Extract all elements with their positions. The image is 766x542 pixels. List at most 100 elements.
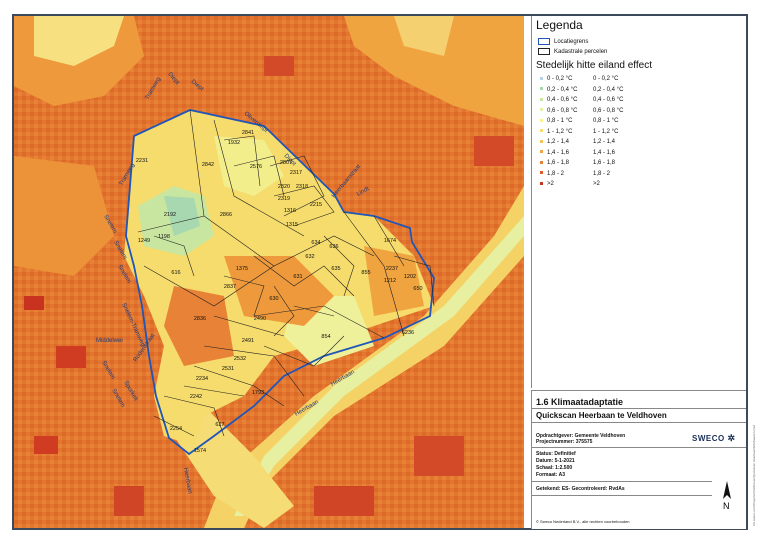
legend-class-label-alt: 0 - 0,2 °C	[593, 76, 619, 82]
legend-class-row: 1,6 - 1,8 1,6 - 1,8	[540, 160, 615, 166]
legend-class-swatch	[540, 108, 543, 112]
svg-text:1574: 1574	[194, 448, 206, 454]
legend-parcel-label: Kadastrale percelen	[554, 48, 608, 55]
svg-text:1202: 1202	[404, 274, 416, 280]
legend-class-swatch	[540, 76, 543, 80]
north-arrow-icon: N	[720, 479, 734, 513]
legend-class-label: 0,2 - 0,4 °C	[547, 86, 578, 93]
legend-class-row: 1,8 - 2 1,8 - 2	[540, 171, 610, 177]
scale-text: Schaal: 1:2.500	[536, 465, 573, 471]
legend-class-label-alt: 0,8 - 1 °C	[593, 118, 619, 124]
legend-boundary: Locatiegrens	[538, 38, 588, 45]
svg-text:1932: 1932	[228, 140, 240, 146]
copyright-text: © Sweco Nederland B.V., alle rechten voo…	[536, 519, 630, 524]
svg-text:2234: 2234	[196, 376, 208, 382]
svg-text:2231: 2231	[136, 158, 148, 164]
svg-text:1375: 1375	[236, 266, 248, 272]
north-label: N	[723, 501, 730, 511]
legend-panel: Legenda Locatiegrens Kadastrale percelen…	[531, 16, 746, 388]
legend-class-swatch	[540, 139, 543, 143]
legend-class-row: >2 >2	[540, 181, 600, 187]
svg-text:1198: 1198	[158, 234, 170, 240]
file-path-text: \\nl.sweco.com\Projecten\Veldhoven\Quick…	[752, 425, 756, 526]
map-subtitle: Quickscan Heerbaan te Veldhoven	[536, 411, 667, 420]
legend-boundary-label: Locatiegrens	[554, 38, 589, 45]
date-text: Datum: 5-1-2021	[536, 458, 575, 464]
svg-text:632: 632	[305, 254, 314, 260]
svg-text:2531: 2531	[222, 366, 234, 372]
svg-text:2842: 2842	[202, 162, 214, 168]
map-title: 1.6 Klimaatadaptatie	[536, 397, 624, 407]
svg-text:1316: 1316	[284, 208, 296, 214]
legend-class-label: 0,4 - 0,6 °C	[547, 97, 578, 103]
svg-text:650: 650	[413, 286, 422, 292]
parcel-swatch	[538, 48, 550, 55]
legend-class-row: 1 - 1,2 °C 1 - 1,2 °C	[540, 129, 618, 135]
map-canvas[interactable]: Diept Diept Tramweg Oliverdiept Diept Tr…	[14, 16, 524, 528]
svg-text:2836: 2836	[194, 316, 206, 322]
svg-text:635: 635	[331, 266, 340, 272]
file-path-sidebar: \\nl.sweco.com\Projecten\Veldhoven\Quick…	[750, 16, 764, 526]
svg-text:2192: 2192	[164, 212, 176, 218]
svg-text:855: 855	[361, 270, 370, 276]
legend-class-swatch	[540, 171, 543, 175]
svg-text:636: 636	[329, 244, 338, 250]
legend-class-label-alt: 1,4 - 1,6	[593, 149, 616, 156]
svg-text:631: 631	[293, 274, 302, 280]
legend-class-swatch	[540, 129, 543, 133]
svg-text:2576: 2576	[250, 164, 262, 170]
status-text: Status: Definitief	[536, 451, 576, 457]
legend-class-row: 1,2 - 1,4 1,2 - 1,4	[540, 139, 615, 145]
legend-class-label-alt: 0,6 - 0,8 °C	[593, 107, 624, 114]
svg-text:2319: 2319	[278, 196, 290, 202]
legend-class-label-alt: 1,2 - 1,4	[593, 139, 616, 145]
svg-text:6236: 6236	[402, 330, 414, 336]
svg-text:2215: 2215	[310, 202, 322, 208]
legend-class-row: 0,6 - 0,8 °C 0,6 - 0,8 °C	[540, 108, 623, 114]
legend-class-swatch	[540, 97, 543, 101]
project-text: Projectnummer: 375575	[536, 439, 593, 445]
heat-map: Diept Diept Tramweg Oliverdiept Diept Tr…	[14, 16, 524, 528]
svg-text:2490: 2490	[254, 316, 266, 322]
street-label: Middelwei	[96, 338, 123, 344]
svg-text:1315: 1315	[286, 222, 298, 228]
svg-text:2317: 2317	[290, 170, 302, 176]
legend-class-swatch	[540, 118, 543, 122]
legend-class-row: 0,4 - 0,6 °C 0,4 - 0,6 °C	[540, 97, 623, 103]
legend-class-label-alt: 1,6 - 1,8	[593, 160, 616, 166]
svg-text:2532: 2532	[234, 356, 246, 362]
legend-class-row: 0 - 0,2 °C 0 - 0,2 °C	[540, 76, 618, 82]
svg-text:1674: 1674	[384, 238, 396, 244]
legend-class-label-alt: 1 - 1,2 °C	[593, 128, 619, 135]
svg-text:2807: 2807	[280, 160, 292, 166]
legend-class-label: 1,4 - 1,6	[547, 149, 570, 156]
legend-class-label: 1,8 - 2	[547, 170, 565, 177]
legend-class-label: 1,2 - 1,4	[547, 139, 570, 145]
svg-text:634: 634	[311, 240, 320, 246]
svg-text:2254: 2254	[170, 426, 182, 432]
svg-text:630: 630	[269, 296, 278, 302]
svg-text:2837: 2837	[224, 284, 236, 290]
svg-text:2491: 2491	[242, 338, 254, 344]
svg-text:2237: 2237	[386, 266, 398, 272]
svg-text:854: 854	[321, 334, 330, 340]
legend-class-row: 0,2 - 0,4 °C 0,2 - 0,4 °C	[540, 87, 623, 93]
legend-title: Legenda	[536, 18, 583, 32]
legend-heat-title: Stedelijk hitte eiland effect	[536, 60, 653, 71]
legend-class-swatch	[540, 181, 543, 185]
legend-class-label: 1 - 1,2 °C	[547, 128, 573, 135]
legend-class-swatch	[540, 150, 543, 154]
legend-class-label: 0 - 0,2 °C	[547, 76, 573, 82]
svg-text:1793: 1793	[252, 390, 264, 396]
logo-text: SWECO	[692, 434, 725, 443]
svg-text:616: 616	[171, 270, 180, 276]
format-text: Formaat: A3	[536, 472, 565, 478]
boundary-swatch	[538, 38, 550, 45]
legend-class-row: 1,4 - 1,6 1,4 - 1,6	[540, 150, 615, 156]
legend-class-label-alt: 0,2 - 0,4 °C	[593, 86, 624, 93]
drawn-text: Getekend: ES- Gecontroleerd: RvdAs	[536, 486, 625, 492]
legend-class-label: >2	[547, 181, 554, 187]
svg-text:1212: 1212	[384, 278, 396, 284]
legend-class-label-alt: 1,8 - 2	[593, 170, 611, 177]
sweco-logo: SWECO ✲	[692, 433, 736, 443]
